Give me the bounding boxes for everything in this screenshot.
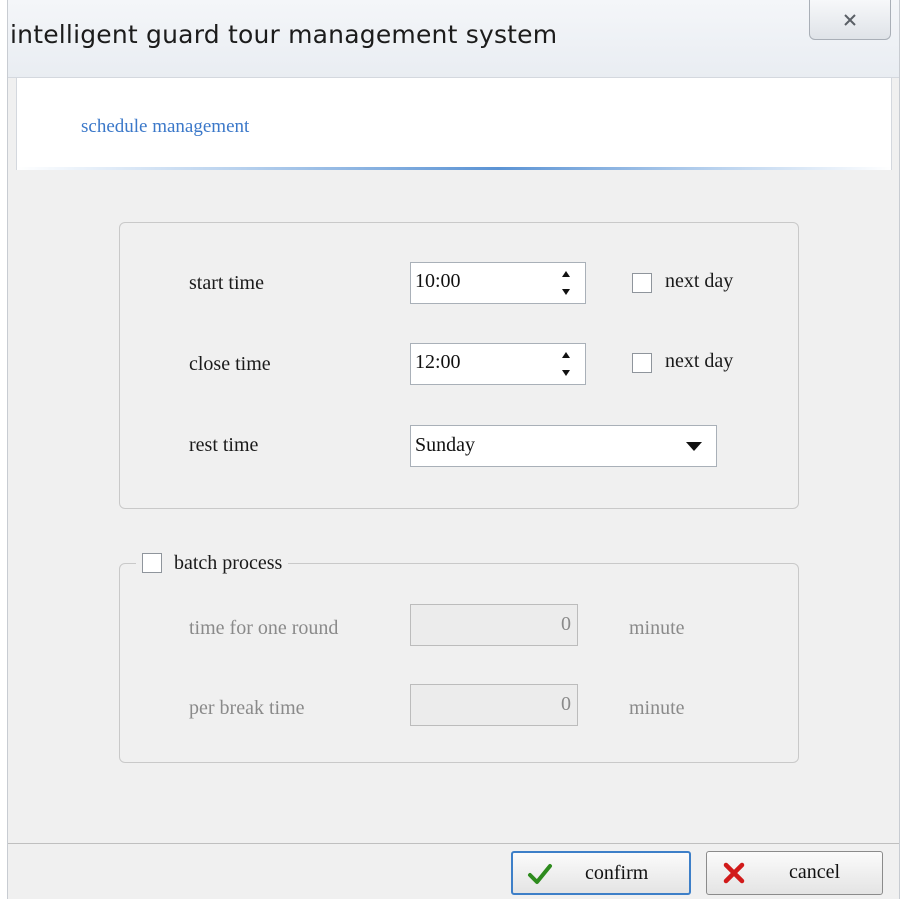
spin-down-icon[interactable] [562,370,570,376]
round-time-label: time for one round [189,617,339,639]
header-divider [17,167,891,170]
rest-time-label: rest time [189,434,259,456]
round-time-unit: minute [629,617,685,639]
rest-time-value: Sunday [415,434,475,456]
close-time-value: 12:00 [415,351,461,373]
break-time-value: 0 [561,693,571,715]
close-time-spinner[interactable]: 12:00 [410,343,586,385]
start-time-label: start time [189,272,264,294]
header-panel: schedule management [16,78,892,170]
cancel-label: cancel [789,861,841,883]
batch-process-label: batch process [174,551,283,574]
break-time-input[interactable]: 0 [410,684,578,726]
window-title: intelligent guard tour management system [10,20,558,49]
close-time-label: close time [189,353,271,375]
confirm-label: confirm [585,862,649,884]
round-time-input[interactable]: 0 [410,604,578,646]
close-time-spin-arrows[interactable] [559,352,573,376]
batch-process-checkbox[interactable] [142,553,162,573]
confirm-button[interactable]: confirm [511,851,691,895]
close-next-day-checkbox[interactable] [632,353,652,373]
dropdown-arrow-icon[interactable] [686,442,702,451]
close-icon [844,13,856,26]
break-time-unit: minute [629,697,685,719]
start-time-value: 10:00 [415,270,461,292]
start-time-spin-arrows[interactable] [559,271,573,295]
round-time-value: 0 [561,613,571,635]
start-time-spinner[interactable]: 10:00 [410,262,586,304]
start-next-day-checkbox[interactable] [632,273,652,293]
x-icon [723,862,745,884]
close-next-day-label: next day [665,350,734,372]
batch-process-legend: batch process [136,548,289,578]
dialog-window: intelligent guard tour management system… [7,0,900,899]
title-bar[interactable]: intelligent guard tour management system [8,0,899,78]
footer-divider [8,843,899,844]
checkmark-icon [528,864,552,884]
spin-down-icon[interactable] [562,289,570,295]
close-button[interactable] [809,0,891,40]
cancel-button[interactable]: cancel [706,851,883,895]
batch-process-group [119,563,799,763]
header-title: schedule management [81,116,250,137]
spin-up-icon[interactable] [562,352,570,358]
start-next-day-label: next day [665,270,734,292]
rest-time-select[interactable]: Sunday [410,425,717,467]
spin-up-icon[interactable] [562,271,570,277]
break-time-label: per break time [189,697,305,719]
